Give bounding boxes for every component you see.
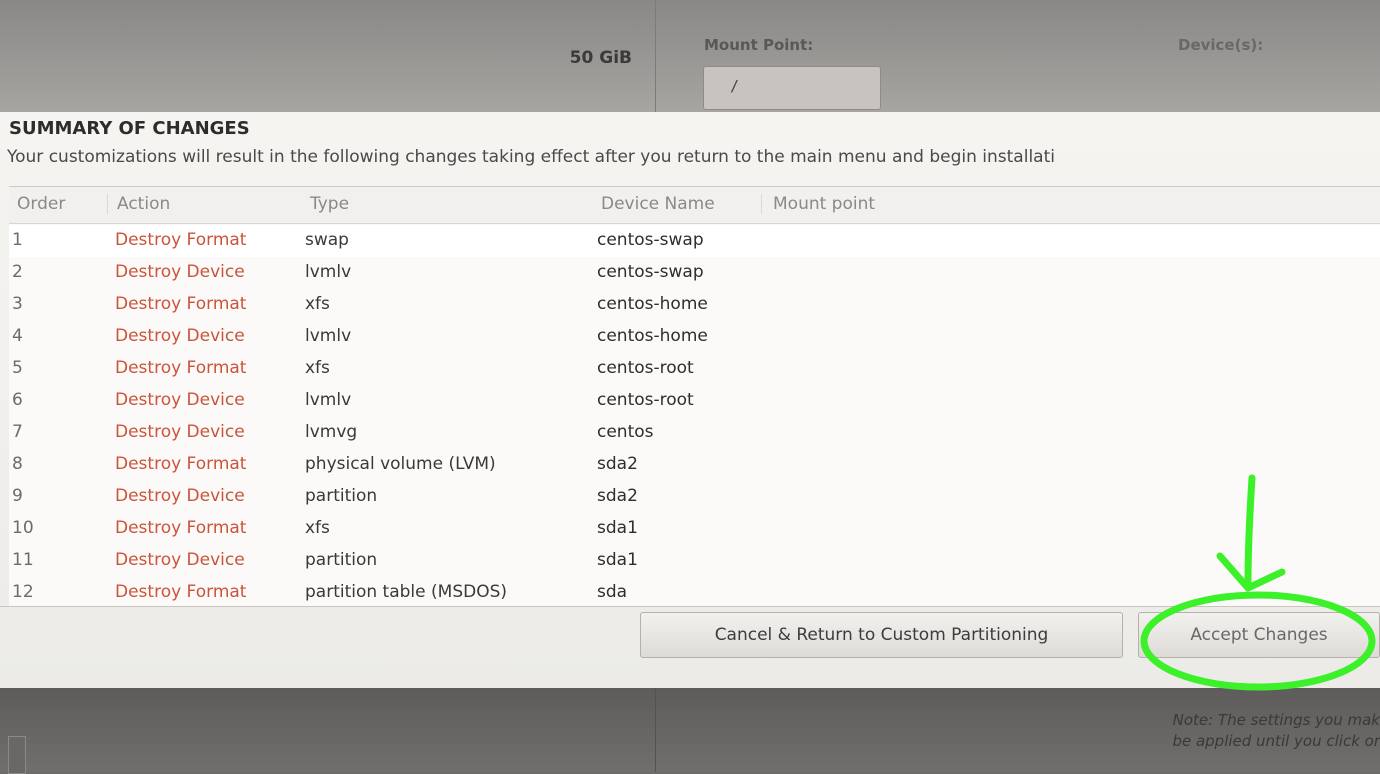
note-line-1: Note: The settings you mak — [1172, 711, 1380, 729]
action-cell: Destroy Format — [115, 230, 247, 250]
table-row[interactable]: 6 Destroy Device lvmlv centos-root — [9, 385, 1380, 417]
table-row[interactable]: 1 Destroy Format swap centos-swap — [9, 225, 1380, 257]
order-cell: 3 — [12, 294, 23, 314]
divider — [655, 688, 656, 772]
table-row[interactable]: 12 Destroy Format partition table (MSDOS… — [9, 577, 1380, 609]
table-row[interactable]: 7 Destroy Device lvmvg centos — [9, 417, 1380, 449]
divider — [655, 0, 656, 118]
order-cell: 9 — [12, 486, 23, 506]
table-row[interactable]: 5 Destroy Format xfs centos-root — [9, 353, 1380, 385]
partition-list-control[interactable] — [8, 736, 26, 774]
order-cell: 4 — [12, 326, 23, 346]
action-cell: Destroy Format — [115, 358, 247, 378]
column-header-mount-point[interactable]: Mount point — [773, 194, 875, 214]
device-name-cell: sda1 — [597, 518, 638, 538]
order-cell: 12 — [12, 582, 34, 602]
order-cell: 1 — [12, 230, 23, 250]
mount-point-input[interactable]: / — [703, 66, 881, 110]
device-name-cell: centos-root — [597, 390, 694, 410]
action-cell: Destroy Device — [115, 422, 245, 442]
table-row[interactable]: 2 Destroy Device lvmlv centos-swap — [9, 257, 1380, 289]
order-cell: 6 — [12, 390, 23, 410]
mount-point-label: Mount Point: — [704, 36, 814, 54]
table-row[interactable]: 3 Destroy Format xfs centos-home — [9, 289, 1380, 321]
order-cell: 7 — [12, 422, 23, 442]
dialog-title: SUMMARY OF CHANGES — [9, 118, 250, 139]
column-header-device-name[interactable]: Device Name — [601, 194, 762, 214]
column-header-action[interactable]: Action — [117, 194, 170, 214]
partition-size-label: 50 GiB — [569, 48, 632, 68]
divider — [0, 606, 1380, 607]
device-name-cell: sda2 — [597, 486, 638, 506]
order-cell: 10 — [12, 518, 34, 538]
settings-note: Note: The settings you mak be applied un… — [1060, 710, 1380, 752]
device-name-cell: centos-home — [597, 326, 708, 346]
device-name-cell: centos-swap — [597, 262, 704, 282]
note-line-2: be applied until you click or — [1172, 732, 1380, 750]
type-cell: partition — [305, 550, 378, 570]
action-cell: Destroy Format — [115, 454, 247, 474]
custom-partitioning-backdrop: 50 GiB Mount Point: / Device(s): — [0, 0, 1380, 118]
table-row[interactable]: 10 Destroy Format xfs sda1 — [9, 513, 1380, 545]
action-cell: Destroy Device — [115, 262, 245, 282]
table-header: Order Action Type Device Name Mount poin… — [9, 187, 1380, 224]
column-header-order[interactable]: Order — [17, 194, 108, 214]
accept-changes-button[interactable]: Accept Changes — [1138, 612, 1380, 658]
type-cell: partition — [305, 486, 378, 506]
column-header-type[interactable]: Type — [310, 194, 349, 214]
changes-table: Order Action Type Device Name Mount poin… — [9, 186, 1380, 607]
device-name-cell: centos — [597, 422, 654, 442]
type-cell: partition table (MSDOS) — [305, 582, 507, 602]
summary-of-changes-dialog: SUMMARY OF CHANGES Your customizations w… — [0, 112, 1380, 688]
custom-partitioning-footer: Note: The settings you mak be applied un… — [0, 688, 1380, 774]
device-name-cell: centos-home — [597, 294, 708, 314]
action-cell: Destroy Device — [115, 326, 245, 346]
type-cell: lvmlv — [305, 326, 352, 346]
device-name-cell: sda2 — [597, 454, 638, 474]
device-name-cell: sda1 — [597, 550, 638, 570]
cancel-return-button[interactable]: Cancel & Return to Custom Partitioning — [640, 612, 1123, 658]
order-cell: 2 — [12, 262, 23, 282]
type-cell: xfs — [305, 358, 330, 378]
order-cell: 5 — [12, 358, 23, 378]
table-row[interactable]: 9 Destroy Device partition sda2 — [9, 481, 1380, 513]
action-cell: Destroy Device — [115, 390, 245, 410]
device-name-cell: centos-swap — [597, 230, 704, 250]
table-row[interactable]: 11 Destroy Device partition sda1 — [9, 545, 1380, 577]
table-row[interactable]: 4 Destroy Device lvmlv centos-home — [9, 321, 1380, 353]
action-cell: Destroy Format — [115, 582, 247, 602]
devices-label: Device(s): — [1178, 36, 1264, 54]
action-cell: Destroy Format — [115, 294, 247, 314]
order-cell: 11 — [12, 550, 34, 570]
type-cell: lvmlv — [305, 390, 352, 410]
type-cell: lvmvg — [305, 422, 358, 442]
type-cell: xfs — [305, 518, 330, 538]
table-row[interactable]: 8 Destroy Format physical volume (LVM) s… — [9, 449, 1380, 481]
type-cell: lvmlv — [305, 262, 352, 282]
action-cell: Destroy Format — [115, 518, 247, 538]
device-name-cell: sda — [597, 582, 628, 602]
action-cell: Destroy Device — [115, 550, 245, 570]
type-cell: xfs — [305, 294, 330, 314]
device-name-cell: centos-root — [597, 358, 694, 378]
order-cell: 8 — [12, 454, 23, 474]
action-cell: Destroy Device — [115, 486, 245, 506]
type-cell: physical volume (LVM) — [305, 454, 496, 474]
dialog-description: Your customizations will result in the f… — [7, 147, 1055, 167]
type-cell: swap — [305, 230, 349, 250]
